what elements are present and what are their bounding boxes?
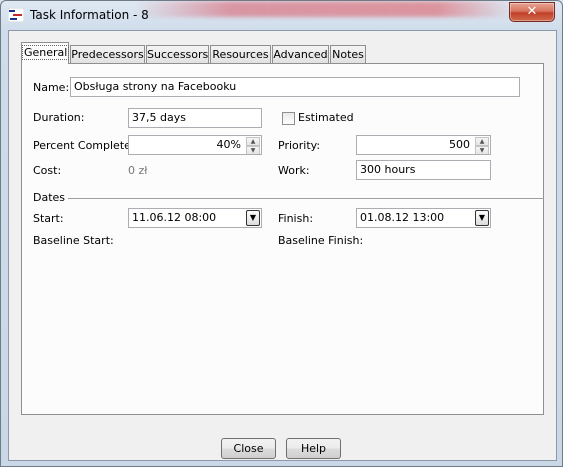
- percent-complete-label: Percent Complete:: [33, 139, 135, 152]
- finish-date-value: 01.08.12 13:00: [360, 211, 445, 224]
- baseline-start-label: Baseline Start:: [33, 234, 114, 247]
- tab-resources-label: Resources: [212, 48, 269, 61]
- tab-notes-label: Notes: [332, 48, 364, 61]
- spin-down-icon[interactable]: ▼: [246, 146, 260, 154]
- dates-separator: [68, 198, 544, 199]
- title-bar[interactable]: Task Information - 8 ✕: [1, 1, 562, 30]
- task-information-window: Task Information - 8 ✕ General Predecess…: [0, 0, 563, 467]
- dialog-client-area: General Predecessors Successors Resource…: [8, 30, 557, 461]
- title-bar-glow: [135, 1, 515, 17]
- spin-up-icon[interactable]: ▲: [475, 137, 489, 146]
- dates-heading: Dates: [33, 191, 66, 204]
- tab-successors-label: Successors: [147, 48, 209, 61]
- priority-label: Priority:: [278, 139, 321, 152]
- finish-date-picker[interactable]: 01.08.12 13:00 ▼: [356, 208, 491, 228]
- work-label: Work:: [278, 164, 310, 177]
- help-button[interactable]: Help: [286, 438, 341, 459]
- tab-general-label: General: [22, 45, 70, 60]
- window-title: Task Information - 8: [30, 8, 149, 22]
- baseline-finish-label: Baseline Finish:: [278, 234, 364, 247]
- duration-label: Duration:: [33, 111, 85, 124]
- tab-advanced[interactable]: Advanced: [272, 45, 329, 63]
- finish-label: Finish:: [278, 212, 314, 225]
- estimated-label: Estimated: [298, 111, 354, 124]
- tab-predecessors-label: Predecessors: [71, 48, 144, 61]
- percent-complete-spinner[interactable]: ▲ ▼: [246, 137, 260, 154]
- percent-complete-value: 40%: [216, 138, 241, 151]
- priority-field[interactable]: 500 ▲ ▼: [356, 135, 491, 155]
- tab-general[interactable]: General: [21, 42, 70, 64]
- gantt-app-icon: [8, 8, 24, 22]
- priority-spinner[interactable]: ▲ ▼: [475, 137, 489, 154]
- cost-label: Cost:: [33, 164, 62, 177]
- priority-value: 500: [449, 138, 470, 151]
- spin-up-icon[interactable]: ▲: [246, 137, 260, 146]
- dropdown-arrow-icon[interactable]: ▼: [475, 210, 489, 226]
- general-tab-panel: Name: Obsługa strony na Facebooku Durati…: [21, 63, 544, 415]
- start-date-picker[interactable]: 11.06.12 08:00 ▼: [128, 208, 262, 228]
- close-icon: ✕: [526, 4, 538, 19]
- window-close-button[interactable]: ✕: [509, 2, 555, 22]
- start-label: Start:: [33, 212, 64, 225]
- spin-down-icon[interactable]: ▼: [475, 146, 489, 154]
- name-field[interactable]: Obsługa strony na Facebooku: [70, 77, 520, 97]
- tab-notes[interactable]: Notes: [330, 45, 366, 63]
- cost-value: 0 zł: [128, 164, 148, 177]
- start-date-value: 11.06.12 08:00: [132, 211, 217, 224]
- tab-predecessors[interactable]: Predecessors: [70, 45, 145, 63]
- tab-resources[interactable]: Resources: [210, 45, 271, 63]
- close-button[interactable]: Close: [221, 438, 276, 459]
- estimated-checkbox[interactable]: [282, 112, 295, 125]
- dropdown-arrow-icon[interactable]: ▼: [246, 210, 260, 226]
- tab-successors[interactable]: Successors: [146, 45, 209, 63]
- work-field[interactable]: 300 hours: [356, 160, 491, 180]
- duration-field[interactable]: 37,5 days: [128, 108, 262, 128]
- tab-advanced-label: Advanced: [273, 48, 328, 61]
- name-label: Name:: [33, 81, 70, 94]
- percent-complete-field[interactable]: 40% ▲ ▼: [128, 135, 262, 155]
